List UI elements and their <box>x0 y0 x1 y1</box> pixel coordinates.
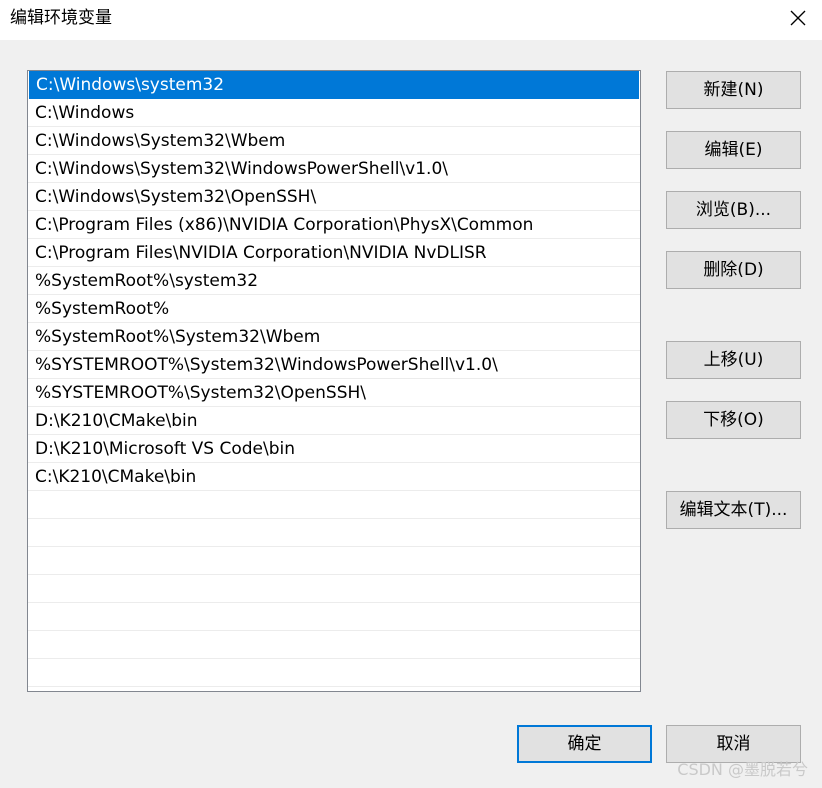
list-item[interactable] <box>28 687 640 691</box>
title-bar: 编辑环境变量 <box>0 0 822 40</box>
close-icon[interactable] <box>788 8 808 28</box>
path-list[interactable]: C:\Windows\system32 C:\Windows C:\Windows\… <box>27 70 641 692</box>
list-item[interactable] <box>28 659 640 687</box>
list-item[interactable] <box>28 631 640 659</box>
browse-button[interactable]: 浏览(B)... <box>666 191 801 229</box>
edit-button[interactable]: 编辑(E) <box>666 131 801 169</box>
list-item[interactable]: %SYSTEMROOT%\System32\WindowsPowerShell\… <box>28 351 640 379</box>
list-item[interactable]: C:\Program Files\NVIDIA Corporation\NVID… <box>28 239 640 267</box>
list-item[interactable]: D:\K210\Microsoft VS Code\bin <box>28 435 640 463</box>
ok-button[interactable]: 确定 <box>517 725 652 763</box>
list-item[interactable]: C:\Windows\System32\WindowsPowerShell\v1… <box>28 155 640 183</box>
list-item[interactable] <box>28 491 640 519</box>
list-item[interactable] <box>28 603 640 631</box>
list-item[interactable]: %SYSTEMROOT%\System32\OpenSSH\ <box>28 379 640 407</box>
window-title: 编辑环境变量 <box>10 8 112 28</box>
list-item[interactable]: %SystemRoot%\system32 <box>28 267 640 295</box>
watermark: CSDN @墨脱若兮 <box>677 760 808 779</box>
list-item[interactable]: C:\Windows\system32 <box>29 71 639 99</box>
list-item[interactable]: %SystemRoot%\System32\Wbem <box>28 323 640 351</box>
list-item[interactable]: C:\Program Files (x86)\NVIDIA Corporatio… <box>28 211 640 239</box>
list-item[interactable] <box>28 519 640 547</box>
move-up-button[interactable]: 上移(U) <box>666 341 801 379</box>
list-item[interactable]: C:\Windows <box>28 99 640 127</box>
list-item[interactable]: C:\K210\CMake\bin <box>28 463 640 491</box>
list-item[interactable]: D:\K210\CMake\bin <box>28 407 640 435</box>
list-item[interactable] <box>28 547 640 575</box>
move-down-button[interactable]: 下移(O) <box>666 401 801 439</box>
list-item[interactable] <box>28 575 640 603</box>
list-item[interactable]: C:\Windows\System32\Wbem <box>28 127 640 155</box>
new-button[interactable]: 新建(N) <box>666 71 801 109</box>
list-item[interactable]: C:\Windows\System32\OpenSSH\ <box>28 183 640 211</box>
delete-button[interactable]: 删除(D) <box>666 251 801 289</box>
edit-text-button[interactable]: 编辑文本(T)... <box>666 491 801 529</box>
list-item[interactable]: %SystemRoot% <box>28 295 640 323</box>
